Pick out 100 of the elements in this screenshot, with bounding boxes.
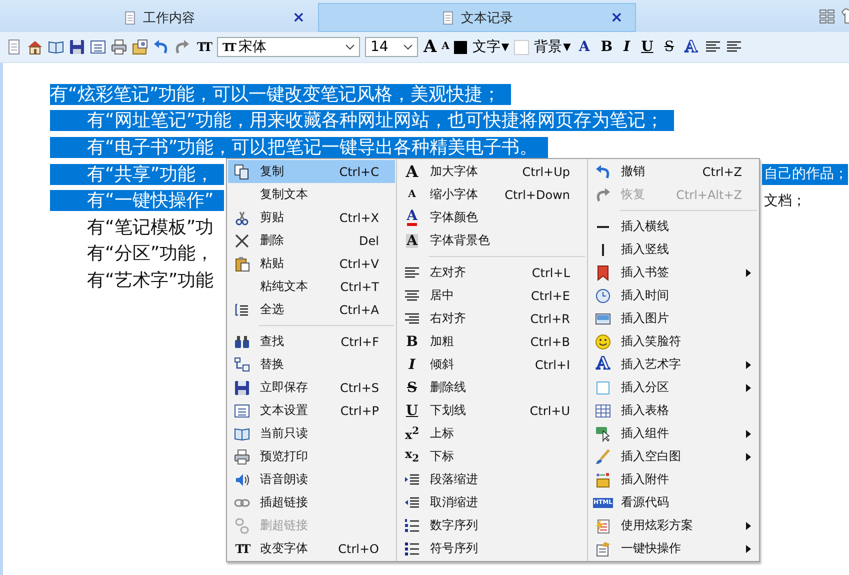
text-settings-icon xyxy=(234,402,250,418)
text-line: 有“艺术字”功能 xyxy=(86,270,215,291)
menu-item[interactable]: 插入分区 xyxy=(589,376,758,399)
bookmark-icon xyxy=(595,264,611,280)
menu-item[interactable]: 粘贴 Ctrl+V xyxy=(228,252,395,275)
strikethrough-icon[interactable]: S xyxy=(664,40,674,54)
menu-item[interactable]: 插超链接 xyxy=(228,491,395,514)
menu-item[interactable]: x$_{2}$ 下标 xyxy=(398,445,586,468)
clock-icon xyxy=(595,288,611,304)
bold-icon[interactable]: B xyxy=(600,40,613,54)
tab[interactable]: 工作内容 × xyxy=(0,3,318,32)
font-icon[interactable]: TT xyxy=(197,41,210,53)
menu-item[interactable]: A 字体背景色 xyxy=(398,229,586,252)
color-swatch[interactable] xyxy=(454,40,468,54)
underline-icon[interactable]: U xyxy=(641,40,654,54)
redo-icon[interactable] xyxy=(174,39,190,55)
speaker-icon xyxy=(234,472,250,488)
menu-item[interactable]: 文本设置 Ctrl+P xyxy=(228,399,395,422)
menu-item[interactable]: A 加大字体 Ctrl+Up xyxy=(398,160,586,183)
vertical-line-icon xyxy=(602,244,604,256)
menu-item[interactable]: 撤销 Ctrl+Z xyxy=(589,160,758,183)
menu-item[interactable]: 预览打印 xyxy=(228,445,395,468)
menu-item[interactable]: 替换 xyxy=(228,353,395,376)
menu-item[interactable]: U 下划线 Ctrl+U xyxy=(398,399,586,422)
menu-item[interactable]: 居中 Ctrl+E xyxy=(398,284,586,307)
smiley-icon xyxy=(595,334,611,350)
close-button[interactable]: × xyxy=(610,9,623,25)
clipboard-icon xyxy=(234,256,250,272)
font-color-icon[interactable]: A xyxy=(578,40,590,54)
menu-item[interactable]: x$^{2}$ 上标 xyxy=(398,422,586,445)
size-select[interactable]: 14 xyxy=(365,37,418,57)
menu-item[interactable]: 符号序列 xyxy=(398,537,586,560)
menu-item[interactable]: 插入笑脸符 xyxy=(589,330,758,353)
grid-icon[interactable] xyxy=(819,8,835,24)
grow-font-icon[interactable]: A xyxy=(423,38,437,56)
chevron-down-icon xyxy=(345,44,356,50)
font-select[interactable]: TT 宋体 xyxy=(217,37,360,57)
background-color-button[interactable]: 背景 xyxy=(534,38,562,56)
copy-icon xyxy=(234,164,250,180)
menu-item[interactable]: 全选 Ctrl+A xyxy=(228,298,395,321)
close-button[interactable]: × xyxy=(292,9,305,25)
menu-item[interactable]: 使用炫彩方案 xyxy=(589,514,758,537)
delete-icon xyxy=(234,232,250,248)
align-right-icon xyxy=(404,310,420,326)
menu-item[interactable]: 语音朗读 xyxy=(228,468,395,491)
text-color-button[interactable]: 文字 xyxy=(472,38,500,56)
tab[interactable]: 文本记录 × xyxy=(318,3,636,32)
menu-item[interactable]: 插入空白图 xyxy=(589,445,758,468)
text-settings-icon[interactable] xyxy=(90,39,106,55)
menu-item[interactable]: 右对齐 Ctrl+R xyxy=(398,307,586,330)
undo-icon[interactable] xyxy=(153,39,169,55)
menu-item[interactable]: 插入横线 xyxy=(589,215,758,238)
menu-item[interactable]: 当前只读 xyxy=(228,422,395,445)
menu-item[interactable]: A 缩小字体 Ctrl+Down xyxy=(398,183,586,206)
document-icon xyxy=(123,10,137,24)
cursor-icon xyxy=(595,426,611,442)
indent-icon xyxy=(404,472,420,488)
menu-item[interactable]: 插入组件 xyxy=(589,422,758,445)
save-icon xyxy=(234,380,250,396)
menu-item[interactable]: 复制 Ctrl+C xyxy=(228,160,395,183)
menu-item[interactable]: 插入图片 xyxy=(589,307,758,330)
book-icon[interactable] xyxy=(48,39,64,55)
menu-item[interactable]: 插入时间 xyxy=(589,284,758,307)
menu-item[interactable]: 段落缩进 xyxy=(398,468,586,491)
color-swatch[interactable] xyxy=(514,40,530,54)
menu-item[interactable]: 左对齐 Ctrl+L xyxy=(398,261,586,284)
menu-item[interactable]: TT 改变字体 Ctrl+O xyxy=(228,537,395,560)
text-line: 文档； xyxy=(763,192,806,211)
menu-item[interactable]: A 字体颜色 xyxy=(398,206,586,229)
broken-link-icon xyxy=(234,518,250,534)
menu-item[interactable]: 立即保存 Ctrl+S xyxy=(228,376,395,399)
menu-item[interactable]: 复制文本 xyxy=(228,183,395,206)
menu-item[interactable]: 插入书签 xyxy=(589,261,758,284)
menu-item[interactable]: 取消缩进 xyxy=(398,491,586,514)
menu-item[interactable]: 插入竖线 xyxy=(589,238,758,261)
menu-item[interactable]: 粘纯文本 Ctrl+T xyxy=(228,275,395,298)
home-icon[interactable] xyxy=(27,39,43,55)
menu-item[interactable]: 数字序列 xyxy=(398,514,586,537)
menu-item[interactable]: 插入附件 xyxy=(589,468,758,491)
outdent-icon xyxy=(404,494,420,510)
shrink-font-icon[interactable]: A xyxy=(442,42,450,52)
save-icon[interactable] xyxy=(69,39,85,55)
dropdown-arrow[interactable]: ▼ xyxy=(563,42,571,52)
scissors-icon xyxy=(234,210,250,226)
menu-item[interactable]: 一键快操作 xyxy=(589,537,758,560)
menu-item[interactable]: B 加粗 Ctrl+B xyxy=(398,330,586,353)
bullet-list-icon xyxy=(404,540,420,556)
menu-item[interactable]: 查找 Ctrl+F xyxy=(228,330,395,353)
menu-item[interactable]: 插入表格 xyxy=(589,399,758,422)
document-icon[interactable] xyxy=(6,39,22,55)
menu-item[interactable]: S 删除线 xyxy=(398,376,586,399)
lightning-document-icon xyxy=(595,518,611,534)
menu-item[interactable]: I 倾斜 Ctrl+I xyxy=(398,353,586,376)
menu-item[interactable]: 删除 Del xyxy=(228,229,395,252)
menu-item[interactable]: A 插入艺术字 xyxy=(589,353,758,376)
italic-icon[interactable]: I xyxy=(624,40,630,54)
printer-icon[interactable] xyxy=(111,39,127,55)
dropdown-arrow[interactable]: ▼ xyxy=(501,42,510,52)
folder-icon[interactable] xyxy=(132,39,148,55)
menu-item[interactable]: 剪贴 Ctrl+X xyxy=(228,206,395,229)
